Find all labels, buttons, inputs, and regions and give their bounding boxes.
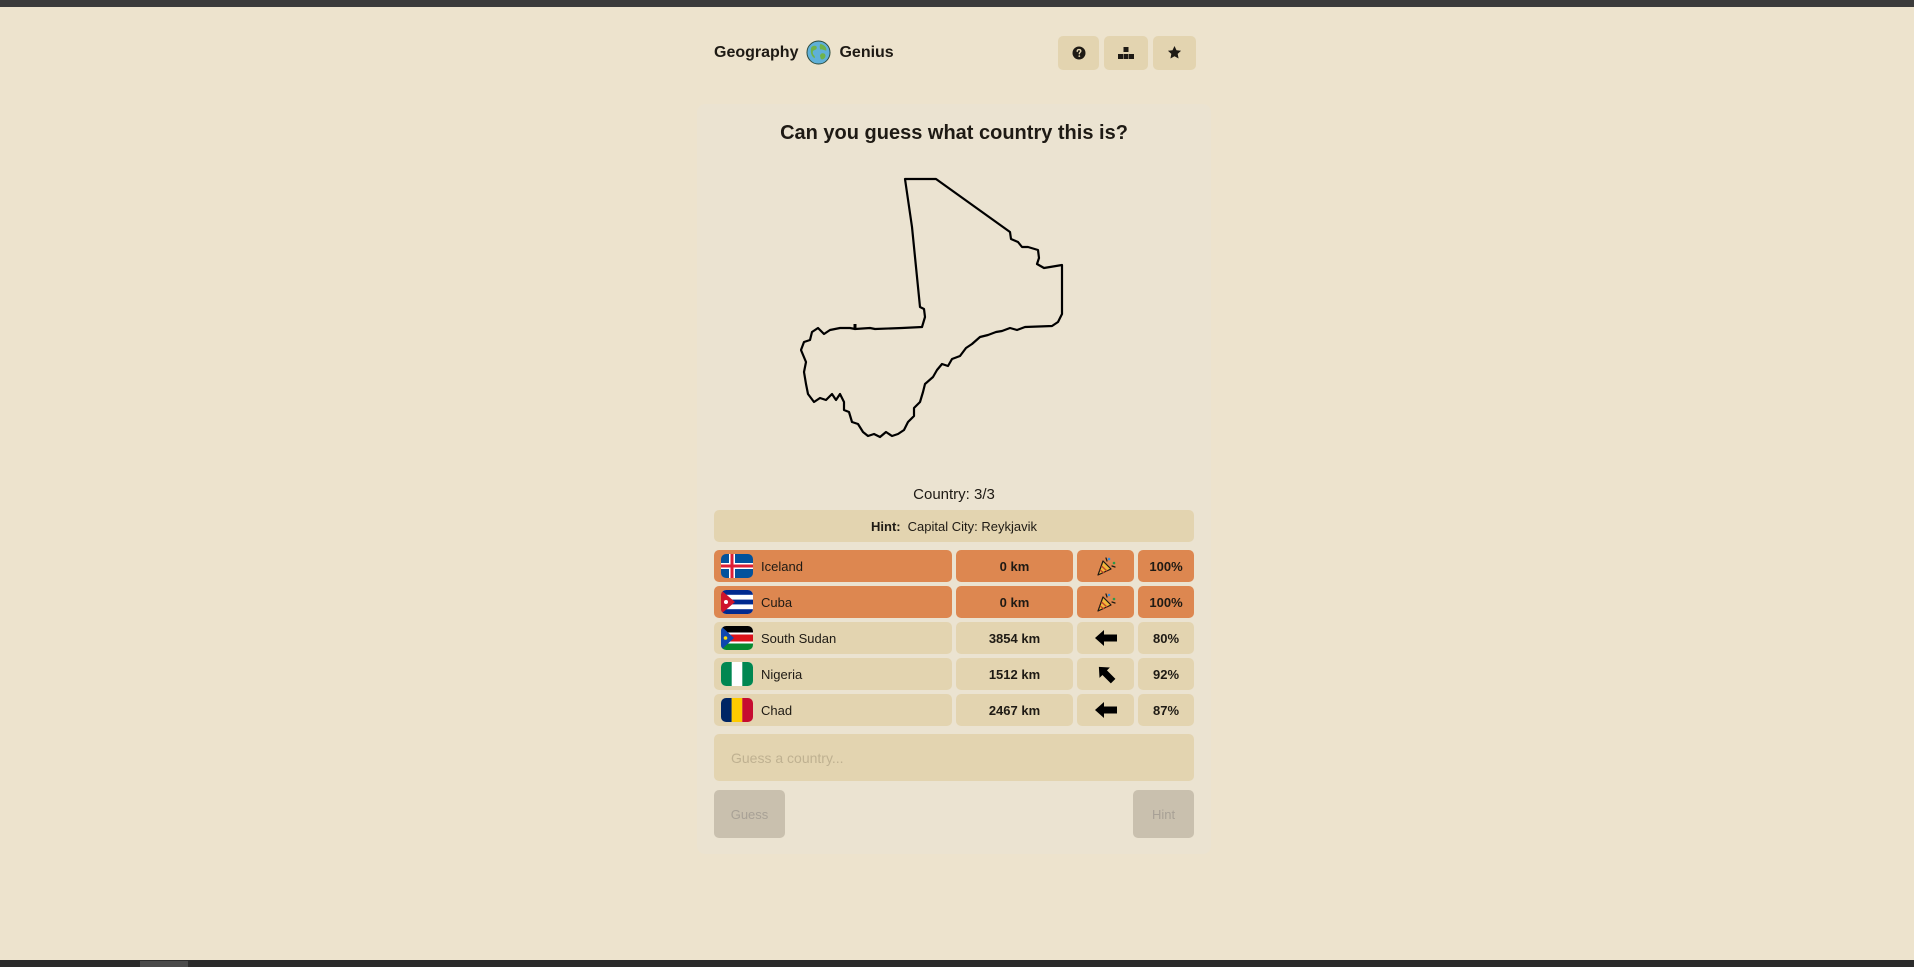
party-popper-icon [1096,557,1116,576]
game-card: Can you guess what country this is? Coun… [697,104,1211,854]
question-title: Can you guess what country this is? [780,122,1128,144]
guess-proximity: 100% [1138,586,1194,618]
guess-row: South Sudan 3854 km 80% [714,622,1194,654]
app-header: Geography Genius [714,35,1196,70]
app-title-part2: Genius [839,43,894,61]
header-actions [1058,35,1196,70]
guess-distance: 0 km [956,550,1073,582]
taskbar-item[interactable] [140,961,188,967]
hint-button[interactable]: Hint [1133,790,1194,838]
hint-text: Capital City: Reykjavik [907,518,1037,534]
guess-distance: 0 km [956,586,1073,618]
guess-distance: 2467 km [956,694,1073,726]
guess-direction [1077,694,1134,726]
guess-country-cell: Iceland [714,550,952,582]
arrow-left-icon [1094,630,1117,646]
guess-direction [1077,622,1134,654]
guess-proximity: 87% [1138,694,1194,726]
country-outline [800,177,1064,439]
podium-icon [1118,46,1134,59]
help-button[interactable] [1058,35,1099,70]
party-popper-icon [1096,593,1116,612]
globe-icon [806,40,831,65]
guess-proximity: 92% [1138,658,1194,690]
guess-list: Iceland 0 km 100% Cuba 0 km 100% South S… [714,550,1194,730]
guess-proximity: 80% [1138,622,1194,654]
star-icon [1167,45,1182,59]
cuba-flag-icon [721,590,753,614]
guess-country-cell: South Sudan [714,622,952,654]
guess-row: Iceland 0 km 100% [714,550,1194,582]
question-circle-icon [1072,46,1085,59]
window-top-bar [0,0,1914,7]
nigeria-flag-icon [721,662,753,686]
guess-direction [1077,658,1134,690]
guess-row: Cuba 0 km 100% [714,586,1194,618]
app-brand: Geography Genius [714,40,894,65]
leaderboard-button[interactable] [1104,35,1148,70]
guess-country-name: Iceland [761,558,803,574]
chad-flag-icon [721,698,753,722]
iceland-flag-icon [721,554,753,578]
taskbar [0,960,1914,967]
hint-label: Hint: [871,518,901,534]
guess-input[interactable] [714,734,1194,781]
arrow-up-left-icon [1098,666,1115,684]
guess-country-cell: Chad [714,694,952,726]
guess-row: Nigeria 1512 km 92% [714,658,1194,690]
guess-country-cell: Nigeria [714,658,952,690]
favorites-button[interactable] [1153,35,1196,70]
guess-button[interactable]: Guess [714,790,785,838]
guess-country-cell: Cuba [714,586,952,618]
guess-distance: 3854 km [956,622,1073,654]
guess-country-name: Cuba [761,594,793,610]
arrow-left-icon [1094,702,1117,718]
hint-bar: Hint: Capital City: Reykjavik [714,510,1194,542]
guess-direction [1077,586,1134,618]
guess-distance: 1512 km [956,658,1073,690]
guess-country-name: South Sudan [761,630,837,646]
south-sudan-flag-icon [721,626,753,650]
guess-country-name: Nigeria [761,666,803,682]
guess-country-name: Chad [761,702,793,718]
guess-direction [1077,550,1134,582]
app-title-part1: Geography [714,43,799,61]
guess-row: Chad 2467 km 87% [714,694,1194,726]
country-counter: Country: 3/3 [913,486,995,503]
guess-proximity: 100% [1138,550,1194,582]
